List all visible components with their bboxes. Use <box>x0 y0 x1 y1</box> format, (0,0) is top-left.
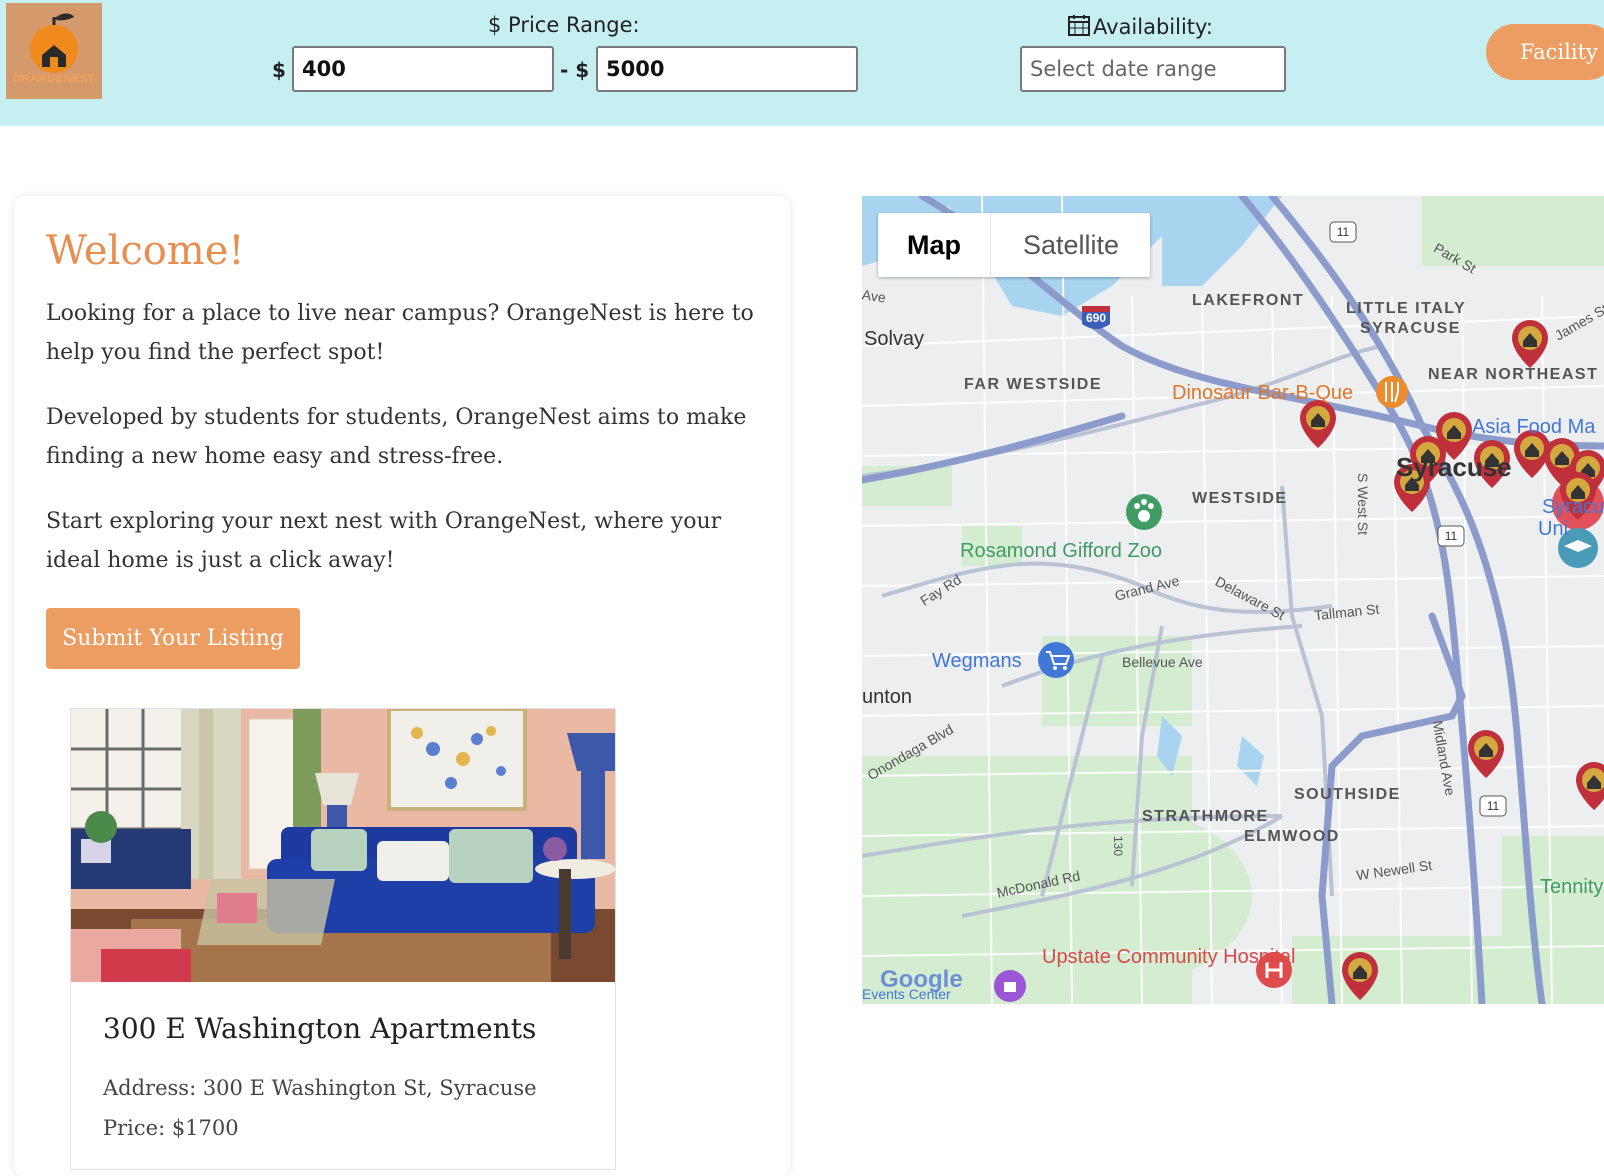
route-label-130: 130 <box>1111 836 1125 856</box>
min-price-prefix: $ <box>272 58 286 82</box>
availability-label: Availability: <box>1067 13 1213 39</box>
place-label-solvay: Solvay <box>864 328 925 350</box>
road-label: Ave <box>862 286 887 306</box>
max-price-prefix: - $ <box>560 58 590 82</box>
listing-address: Address: 300 E Washington St, Syracuse <box>103 1076 537 1100</box>
fork-knife-icon[interactable] <box>1376 376 1408 408</box>
google-logo: Google <box>880 966 963 993</box>
neighborhood-elmwood: ELMWOOD <box>1244 828 1340 845</box>
place-label-syracuse: Syracuse <box>1396 452 1512 482</box>
map-type-toggle: Map Satellite <box>878 213 1150 277</box>
place-label-zoo[interactable]: Rosamond Gifford Zoo <box>960 540 1162 563</box>
neighborhood-lakefront: LAKEFRONT <box>1192 292 1305 309</box>
listing-photo[interactable] <box>71 709 615 982</box>
availability-label-text: Availability: <box>1093 15 1214 39</box>
route-shield-11: 11 <box>1337 225 1350 239</box>
listing-title[interactable]: 300 E Washington Apartments <box>103 1012 536 1045</box>
min-price-input[interactable]: 400 <box>292 46 554 92</box>
neighborhood-syracuse: SYRACUSE <box>1360 320 1461 337</box>
neighborhood-little-italy: LITTLE ITALY <box>1346 300 1467 317</box>
place-label-dinosaur-bbq[interactable]: Dinosaur Bar-B-Que <box>1172 382 1353 405</box>
cart-icon[interactable] <box>1038 642 1074 678</box>
neighborhood-far-westside: FAR WESTSIDE <box>964 376 1103 393</box>
place-label-univ: Uni <box>1538 518 1569 540</box>
road-label-bellevue-ave: Bellevue Ave <box>1122 654 1203 670</box>
price-range-label: $ Price Range: <box>488 13 640 37</box>
place-label-syracuse-univ: Syracu <box>1542 496 1604 518</box>
welcome-paragraph: Looking for a place to live near campus?… <box>46 301 754 365</box>
neighborhood-westside: WESTSIDE <box>1192 490 1288 507</box>
neighborhood-near-northeast: NEAR NORTHEAST <box>1428 366 1599 383</box>
welcome-title: Welcome! <box>46 228 245 274</box>
route-shield-11: 11 <box>1487 799 1500 813</box>
date-range-input[interactable]: Select date range <box>1020 46 1286 92</box>
orangenest-logo[interactable]: ORANGENEST <box>6 3 102 99</box>
max-price-input[interactable]: 5000 <box>596 46 858 92</box>
calendar-icon <box>1068 15 1090 36</box>
road-label-s-west-st: S West St <box>1354 473 1371 535</box>
place-label-hospital[interactable]: Upstate Community Hospital <box>1042 946 1295 968</box>
place-label-wegmans[interactable]: Wegmans <box>932 650 1022 673</box>
listing-price: Price: $1700 <box>103 1116 239 1140</box>
logo-text: ORANGENEST <box>12 73 96 85</box>
filter-bar: ORANGENEST $ Price Range: $ 400 - $ 5000… <box>0 0 1604 126</box>
satellite-view-button[interactable]: Satellite <box>990 213 1151 277</box>
map-view[interactable]: 11 690 11 11 130 Ave Solvay LAKEFRONT LI… <box>862 196 1604 1004</box>
neighborhood-strathmore: STRATHMORE <box>1142 808 1269 825</box>
map-view-button[interactable]: Map <box>878 213 990 277</box>
map-canvas[interactable]: 11 690 11 11 130 <box>862 196 1604 1004</box>
paw-icon[interactable] <box>1126 494 1162 530</box>
welcome-paragraph: Developed by students for students, Oran… <box>46 405 747 469</box>
welcome-paragraph: Start exploring your next nest with Oran… <box>46 509 722 573</box>
route-shield-11: 11 <box>1445 529 1458 543</box>
listing-card[interactable] <box>70 708 616 1170</box>
facility-button[interactable]: Facility <box>1486 24 1604 80</box>
place-label-tennity: Tennity <box>1540 876 1604 898</box>
events-center-icon[interactable] <box>994 970 1026 1002</box>
place-label-asia-food[interactable]: Asia Food Ma <box>1472 416 1595 439</box>
route-shield-690: 690 <box>1086 311 1106 325</box>
place-label-unton: unton <box>862 686 913 708</box>
submit-listing-button[interactable]: Submit Your Listing <box>46 608 300 669</box>
neighborhood-southside: SOUTHSIDE <box>1294 786 1401 803</box>
